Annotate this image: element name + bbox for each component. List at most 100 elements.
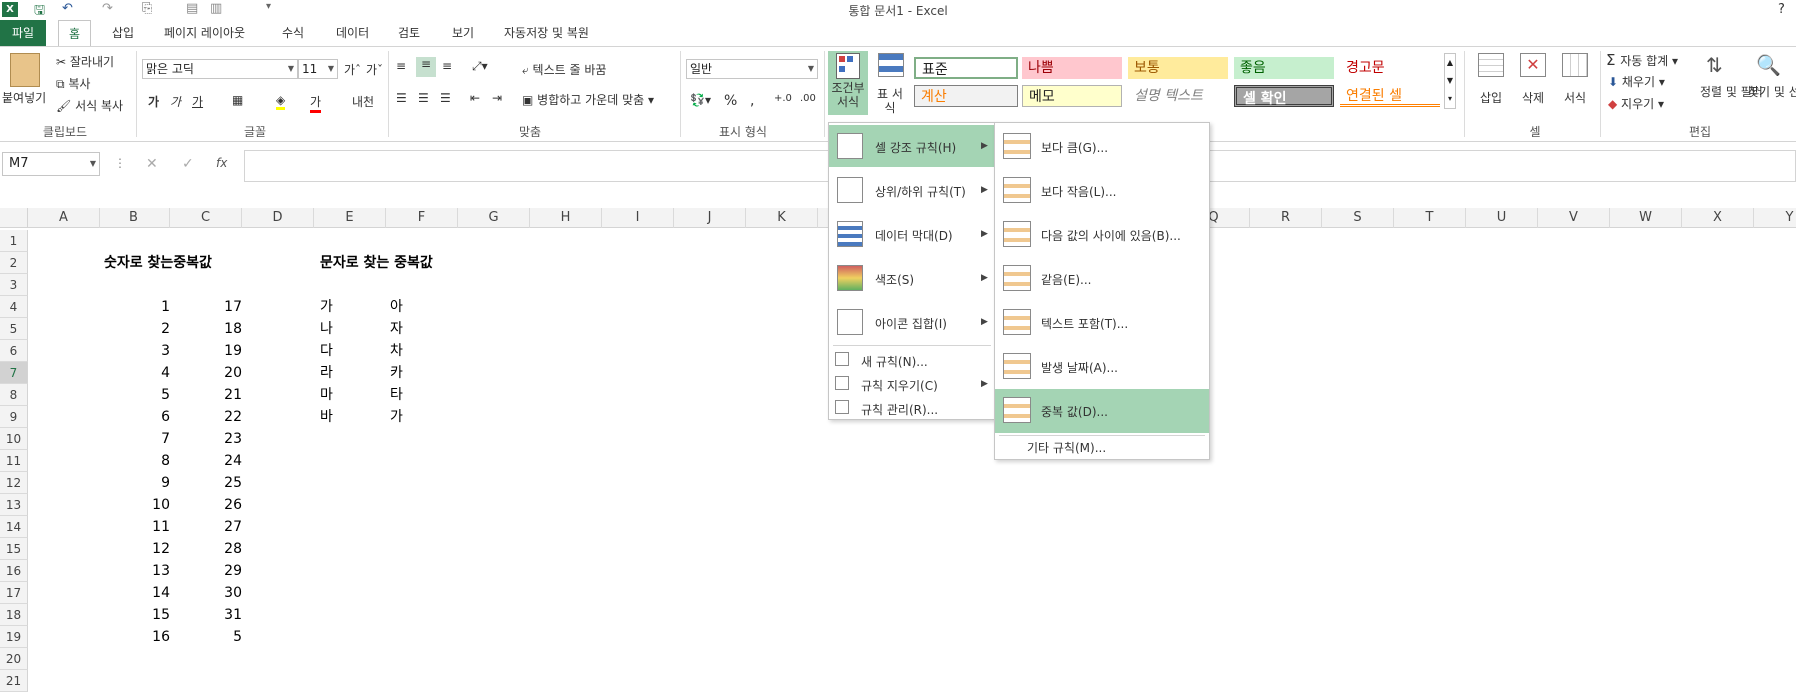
row-header-10[interactable]: 10	[0, 428, 28, 450]
delete-cells-icon[interactable]: ✕	[1520, 53, 1546, 77]
column-header-y[interactable]: Y	[1754, 208, 1796, 228]
column-header-k[interactable]: K	[746, 208, 818, 228]
cell[interactable]: 마	[320, 384, 380, 406]
row-header-2[interactable]: 2	[0, 252, 28, 274]
merge-center-button[interactable]: ▣ 병합하고 가운데 맞춤 ▾	[522, 91, 654, 108]
cell[interactable]: 8	[98, 450, 170, 472]
cell[interactable]: 바	[320, 406, 380, 428]
menu-item-more-rules[interactable]: 기타 규칙(M)...	[1027, 439, 1106, 456]
cell[interactable]: 22	[170, 406, 242, 428]
cell[interactable]: 15	[98, 604, 170, 626]
cell[interactable]: 30	[170, 582, 242, 604]
cell[interactable]: 다	[320, 340, 380, 362]
format-cells-button[interactable]: 서식	[1564, 89, 1586, 106]
font-name-combo[interactable]: 맑은 고딕 ▼	[142, 59, 298, 79]
cell[interactable]: 3	[98, 340, 170, 362]
cell[interactable]: 문자로 찾는 중복값	[320, 252, 500, 274]
style-calculation[interactable]: 계산	[914, 85, 1018, 107]
cell[interactable]: 28	[170, 538, 242, 560]
align-right-icon[interactable]: ☰	[440, 91, 451, 105]
menu-item-duplicate-values-label[interactable]: 중복 값(D)...	[1041, 403, 1108, 420]
align-top-icon[interactable]: ≡	[396, 59, 406, 73]
cell[interactable]: 18	[170, 318, 242, 340]
cell[interactable]: 2	[98, 318, 170, 340]
row-header-18[interactable]: 18	[0, 604, 28, 626]
accounting-icon[interactable]: 💱▾	[690, 93, 711, 107]
enter-icon[interactable]: ✓	[182, 156, 194, 172]
menu-item-highlight-rules[interactable]: 셀 강조 규칙(H)	[875, 139, 956, 156]
cell[interactable]: 5	[98, 384, 170, 406]
row-header-20[interactable]: 20	[0, 648, 28, 670]
row-header-11[interactable]: 11	[0, 450, 28, 472]
cell[interactable]: 12	[98, 538, 170, 560]
increase-decimal-icon[interactable]: +.0	[774, 93, 792, 104]
column-header-x[interactable]: X	[1682, 208, 1754, 228]
menu-item-greater-than-label[interactable]: 보다 큼(G)...	[1041, 139, 1108, 156]
style-explanatory[interactable]: 설명 텍스트	[1128, 85, 1228, 107]
cell[interactable]: 31	[170, 604, 242, 626]
orientation-icon[interactable]: ⤢▾	[472, 59, 488, 74]
column-header-e[interactable]: E	[314, 208, 386, 228]
cell[interactable]: 25	[170, 472, 242, 494]
column-header-b[interactable]: B	[98, 208, 170, 228]
column-header-v[interactable]: V	[1538, 208, 1610, 228]
row-header-4[interactable]: 4	[0, 296, 28, 318]
row-header-17[interactable]: 17	[0, 582, 28, 604]
style-note[interactable]: 메모	[1022, 85, 1122, 107]
format-painter-button[interactable]: 🖌 서식 복사	[56, 97, 123, 114]
cell[interactable]: 4	[98, 362, 170, 384]
cell[interactable]: 숫자로 찾는중복값	[104, 252, 264, 274]
insert-function-icon[interactable]: fx	[216, 156, 227, 170]
cell[interactable]: 20	[170, 362, 242, 384]
column-header-t[interactable]: T	[1394, 208, 1466, 228]
column-header-j[interactable]: J	[674, 208, 746, 228]
style-bad[interactable]: 나쁨	[1022, 57, 1122, 79]
cell[interactable]: 27	[170, 516, 242, 538]
row-header-14[interactable]: 14	[0, 516, 28, 538]
delete-cells-button[interactable]: 삭제	[1522, 89, 1544, 106]
row-header-19[interactable]: 19	[0, 626, 28, 648]
menu-item-between-label[interactable]: 다음 값의 사이에 있음(B)...	[1041, 227, 1181, 244]
help-button[interactable]: ?	[1778, 2, 1785, 17]
table-format-icon[interactable]	[878, 53, 904, 77]
menu-item-less-than-label[interactable]: 보다 작음(L)...	[1041, 183, 1116, 200]
column-header-u[interactable]: U	[1466, 208, 1538, 228]
percent-icon[interactable]: %	[724, 93, 737, 109]
row-header-21[interactable]: 21	[0, 670, 28, 692]
cell[interactable]: 9	[98, 472, 170, 494]
style-normal[interactable]: 표준	[914, 57, 1018, 79]
align-middle-icon[interactable]: ≡	[416, 57, 436, 77]
cell[interactable]: 24	[170, 450, 242, 472]
cell[interactable]: 아	[390, 296, 450, 318]
insert-cells-icon[interactable]	[1478, 53, 1504, 77]
italic-button[interactable]: 가	[170, 93, 181, 110]
menu-item-color-scales[interactable]: 색조(S)	[875, 271, 914, 288]
cell[interactable]: 타	[390, 384, 450, 406]
number-format-combo[interactable]: 일반 ▼	[686, 59, 818, 79]
row-header-9[interactable]: 9	[0, 406, 28, 428]
menu-item-new-rule[interactable]: 새 규칙(N)...	[861, 353, 928, 370]
row-header-16[interactable]: 16	[0, 560, 28, 582]
name-box[interactable]: M7 ▼	[2, 152, 100, 176]
cell[interactable]: 나	[320, 318, 380, 340]
cell[interactable]: 카	[390, 362, 450, 384]
cell[interactable]: 가	[320, 296, 380, 318]
style-warning[interactable]: 경고문	[1340, 57, 1440, 79]
menu-item-clear-rules[interactable]: 규칙 지우기(C)	[861, 377, 938, 394]
comma-icon[interactable]: ,	[750, 93, 754, 109]
align-bottom-icon[interactable]: ≡	[442, 59, 452, 73]
bold-button[interactable]: 가	[148, 93, 159, 110]
row-header-6[interactable]: 6	[0, 340, 28, 362]
cell[interactable]: 자	[390, 318, 450, 340]
column-header-s[interactable]: S	[1322, 208, 1394, 228]
tab-page-layout[interactable]: 페이지 레이아웃	[154, 20, 255, 46]
cell[interactable]: 13	[98, 560, 170, 582]
cell[interactable]: 가	[390, 406, 450, 428]
column-header-c[interactable]: C	[170, 208, 242, 228]
cell[interactable]: 10	[98, 494, 170, 516]
menu-item-date-occurring-label[interactable]: 발생 날짜(A)...	[1041, 359, 1118, 376]
tab-data[interactable]: 데이터	[326, 20, 379, 46]
menu-item-text-contains-label[interactable]: 텍스트 포함(T)...	[1041, 315, 1128, 332]
find-select-button[interactable]: 찾기 및 선택	[1748, 83, 1796, 100]
row-header-15[interactable]: 15	[0, 538, 28, 560]
